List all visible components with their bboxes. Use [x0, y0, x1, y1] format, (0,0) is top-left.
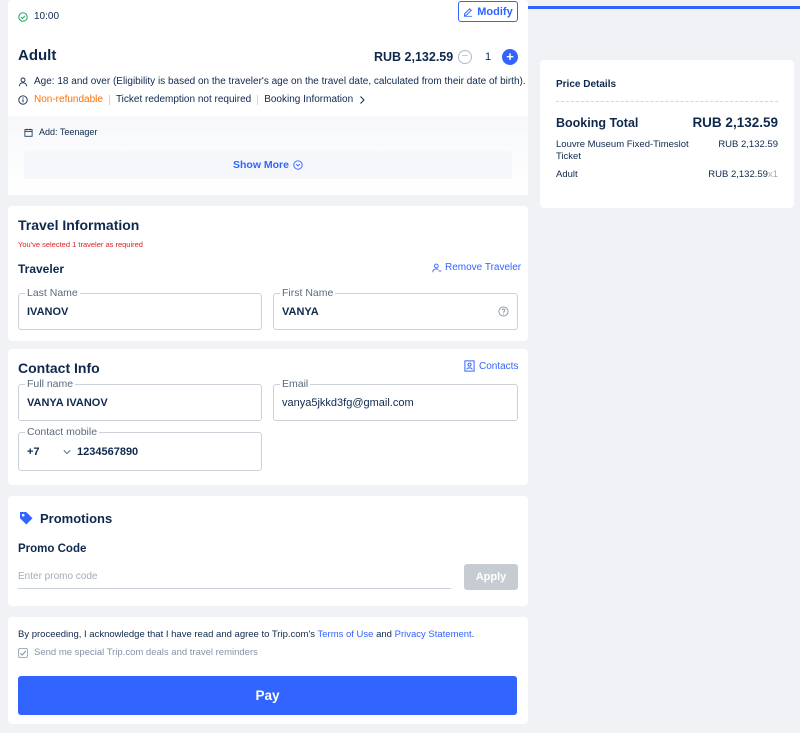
adult-price: RUB 2,132.59 — [374, 50, 454, 64]
modify-label: Modify — [477, 5, 513, 18]
traveler-requirement-note: You've selected 1 traveler as required — [18, 240, 143, 249]
adult-line-price: RUB 2,132.59x1 — [708, 169, 778, 180]
edit-icon — [464, 7, 473, 17]
chevron-down-circle-icon — [293, 160, 303, 170]
ticket-card: 10:00 Modify Adult RUB 2,132.59 − 1 + Ag… — [8, 0, 528, 195]
promo-code-input[interactable] — [18, 564, 451, 589]
chevron-down-icon[interactable] — [62, 447, 72, 457]
travel-information-card: Travel Information You've selected 1 tra… — [8, 206, 528, 341]
last-name-label: Last Name — [25, 287, 80, 299]
info-icon — [18, 94, 28, 105]
first-name-value[interactable]: VANYA — [282, 306, 319, 318]
modify-button[interactable]: Modify — [458, 1, 518, 22]
agreement-card: By proceeding, I acknowledge that I have… — [8, 617, 528, 724]
country-code-value[interactable]: +7 — [27, 446, 40, 458]
quantity-value: 1 — [485, 51, 492, 63]
privacy-statement-link[interactable]: Privacy Statement — [395, 629, 472, 640]
contact-mobile-label: Contact mobile — [25, 426, 100, 438]
email-label: Email — [280, 378, 311, 390]
pay-button[interactable]: Pay — [18, 676, 517, 715]
tag-divider — [257, 94, 259, 105]
last-name-field[interactable]: Last Name IVANOV — [18, 287, 262, 330]
mobile-number-value[interactable]: 1234567890 — [77, 446, 138, 458]
last-name-value[interactable]: IVANOV — [27, 306, 68, 318]
promo-code-label: Promo Code — [18, 543, 87, 555]
agreement-and: and — [373, 629, 395, 640]
adult-line-label: Adult — [556, 169, 578, 180]
email-value[interactable]: vanya5jkkd3fg@gmail.com — [282, 397, 414, 409]
age-row: Age: 18 and over (Eligibility is based o… — [18, 76, 526, 87]
show-more-button[interactable]: Show More — [24, 151, 512, 179]
price-details-panel: Price Details Booking Total RUB 2,132.59… — [540, 60, 794, 208]
adult-line-quantity: x1 — [767, 169, 778, 180]
time-value: 10:00 — [34, 11, 60, 22]
first-name-field[interactable]: First Name VANYA — [273, 287, 518, 330]
contact-mobile-field[interactable]: Contact mobile +7 1234567890 — [18, 426, 262, 471]
full-name-value[interactable]: VANYA IVANOV — [27, 397, 108, 409]
tag-divider — [108, 94, 110, 105]
email-field[interactable]: Email vanya5jkkd3fg@gmail.com — [273, 378, 518, 421]
person-icon — [19, 77, 27, 86]
deals-opt-in-row: Send me special Trip.com deals and trave… — [18, 647, 258, 658]
quantity-increase-button[interactable]: + — [502, 49, 518, 65]
full-name-label: Full name — [25, 378, 76, 390]
apply-button[interactable]: Apply — [464, 564, 518, 590]
quantity-decrease-button[interactable]: − — [458, 50, 472, 64]
full-name-field[interactable]: Full name VANYA IVANOV — [18, 378, 262, 421]
addon-text: Add: Teenager — [39, 127, 98, 137]
booking-total-value: RUB 2,132.59 — [692, 115, 778, 130]
item-name: Louvre Museum Fixed-Timeslot Ticket — [556, 139, 689, 162]
item-price: RUB 2,132.59 — [718, 139, 778, 150]
remove-person-icon — [432, 263, 442, 272]
contact-info-card: Contact Info Contacts Full name VANYA IV… — [8, 349, 528, 485]
booking-information-link[interactable]: Booking Information — [264, 94, 353, 105]
first-name-label: First Name — [280, 287, 336, 299]
deals-checkbox[interactable] — [18, 647, 28, 658]
promotions-title: Promotions — [40, 510, 113, 526]
ticket-tags: Non-refundable Ticket redemption not req… — [18, 94, 367, 105]
travel-information-title: Travel Information — [18, 217, 140, 233]
time-row: 10:00 — [18, 11, 59, 22]
contacts-button[interactable]: Contacts — [464, 360, 518, 372]
adult-title: Adult — [18, 47, 57, 64]
check-icon — [19, 650, 27, 656]
tag-icon — [20, 512, 33, 525]
traveler-label: Traveler — [18, 262, 65, 276]
terms-of-use-link[interactable]: Terms of Use — [318, 629, 374, 640]
calendar-icon — [24, 128, 33, 137]
price-details-divider — [556, 101, 778, 102]
show-more-label: Show More — [232, 159, 289, 171]
remove-traveler-label: Remove Traveler — [445, 262, 522, 273]
agreement-text: By proceeding, I acknowledge that I have… — [18, 629, 474, 640]
price-details-title: Price Details — [556, 79, 617, 90]
promotions-card: Promotions Promo Code Apply — [8, 496, 528, 606]
redemption-tag: Ticket redemption not required — [115, 94, 252, 105]
help-icon[interactable] — [498, 306, 509, 317]
promotions-title-row: Promotions — [18, 510, 112, 526]
booking-total-label: Booking Total — [556, 116, 639, 130]
contact-card-icon — [464, 360, 475, 372]
deals-label: Send me special Trip.com deals and trave… — [34, 647, 258, 658]
remove-traveler-button[interactable]: Remove Traveler — [432, 262, 521, 273]
adult-line-amount: RUB 2,132.59 — [708, 169, 768, 180]
check-circle-icon — [18, 11, 28, 22]
contacts-label: Contacts — [479, 360, 519, 372]
agreement-suffix: . — [471, 629, 475, 640]
non-refundable-tag: Non-refundable — [34, 94, 103, 105]
addon-row: Add: Teenager — [24, 127, 97, 137]
contact-info-title: Contact Info — [18, 360, 100, 376]
agreement-prefix: By proceeding, I acknowledge that I have… — [18, 629, 318, 640]
top-accent-line — [528, 6, 800, 9]
chevron-right-icon[interactable] — [357, 95, 367, 105]
age-text: Age: 18 and over (Eligibility is based o… — [34, 76, 526, 87]
